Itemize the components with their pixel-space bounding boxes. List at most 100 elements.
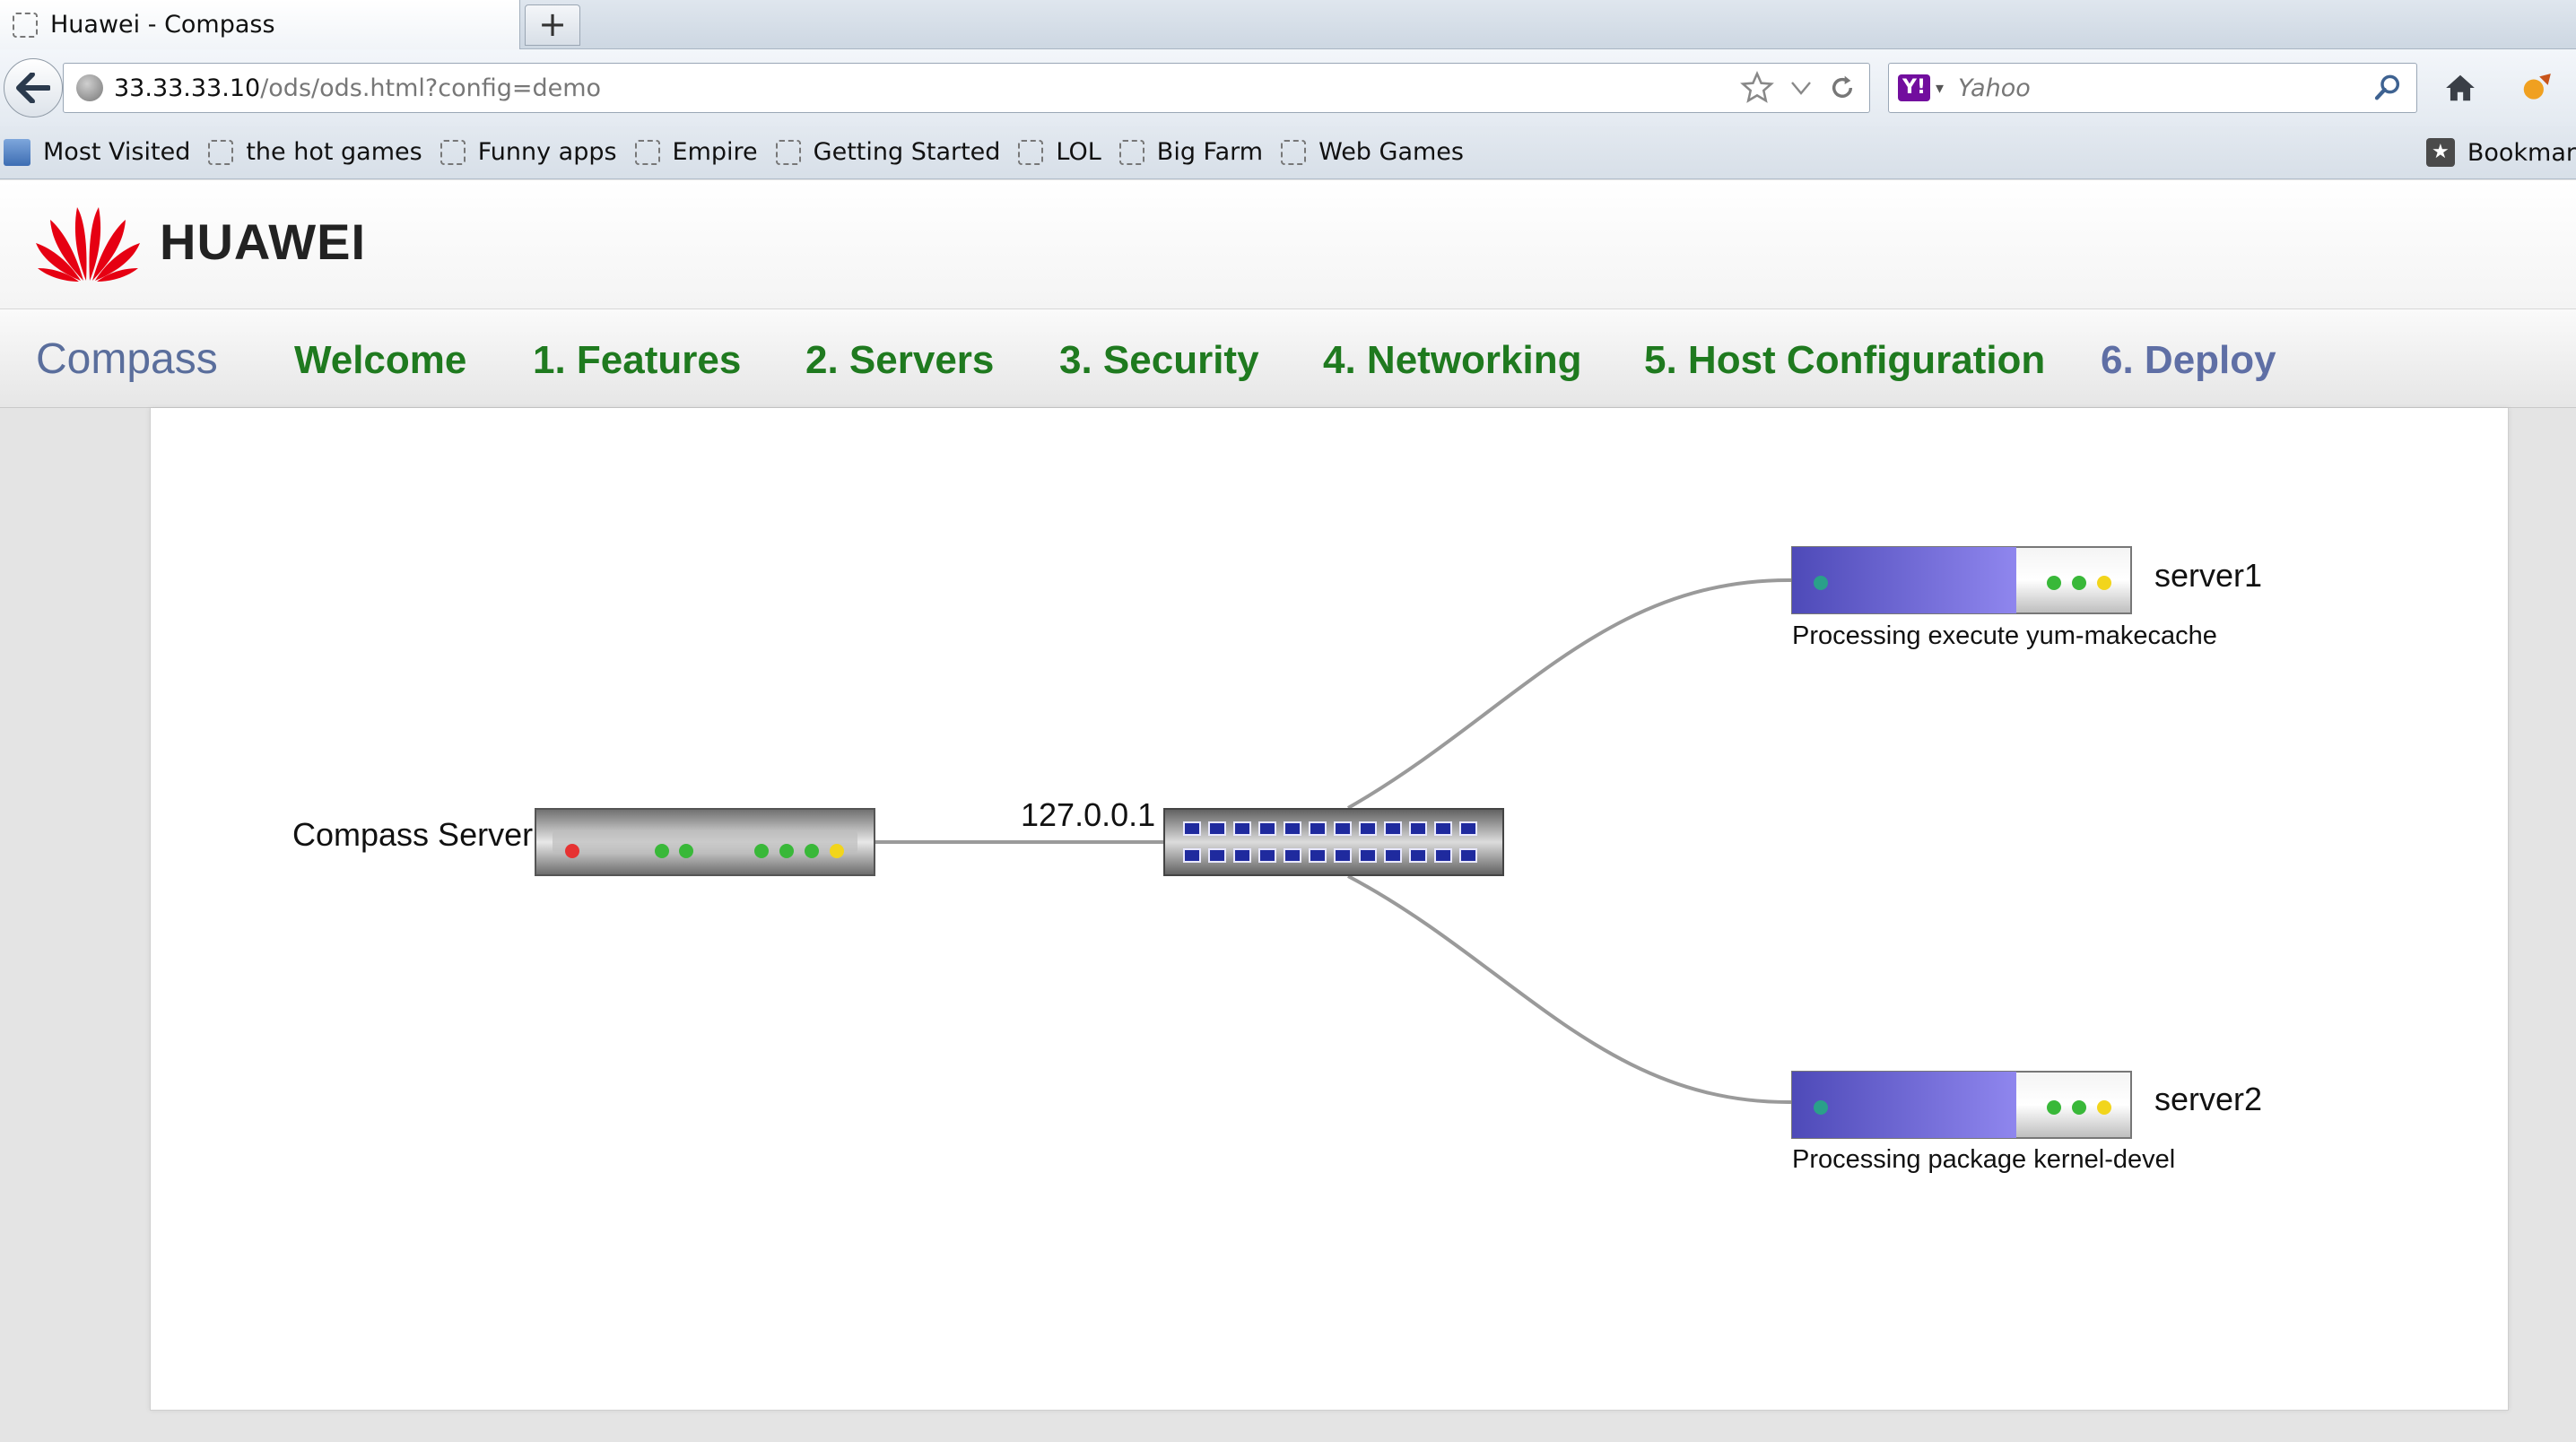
browser-tab-title: Huawei - Compass [50, 11, 275, 39]
bookmarks-menu-button[interactable]: ★ Bookmar [2425, 138, 2576, 167]
menu-item-networking[interactable]: 4. Networking [1323, 338, 1582, 383]
switch-port-icon [1359, 848, 1377, 863]
browser-tab[interactable]: Huawei - Compass [0, 0, 520, 49]
led-teal-icon [1814, 1100, 1828, 1115]
switch-port-icon [1434, 821, 1452, 836]
new-tab-button[interactable]: + [525, 4, 580, 46]
bookmark-page-icon [1018, 139, 1044, 165]
switch-port-icon [1434, 848, 1452, 863]
browser-nav-bar: 33.33.33.10 /ods/ods.html?config=demo Y!… [0, 49, 2576, 126]
led-yellow-icon [2097, 576, 2111, 590]
home-icon [2446, 74, 2475, 101]
led-yellow-icon [2097, 1100, 2111, 1115]
extension-button[interactable] [2511, 65, 2562, 110]
switch-port-icon [1208, 821, 1226, 836]
switch-port-icon [1459, 821, 1477, 836]
switch-port-icon [1384, 821, 1402, 836]
bookmark-page-icon [208, 139, 234, 165]
menu-item-servers[interactable]: 2. Servers [805, 338, 994, 383]
yahoo-engine-icon[interactable]: Y! [1898, 74, 1930, 101]
switch-port-icon [1284, 848, 1301, 863]
switch-port-icon [1359, 821, 1377, 836]
bookmark-star-icon[interactable] [1740, 71, 1774, 105]
switch-ip-label: 127.0.0.1 [1021, 796, 1156, 833]
switch-port-icon [1208, 848, 1226, 863]
bookmark-item[interactable]: Empire [634, 138, 758, 166]
led-green-icon [2047, 576, 2061, 590]
home-button[interactable] [2435, 65, 2485, 110]
menu-item-deploy[interactable]: 6. Deploy [2101, 338, 2276, 383]
bookmark-item[interactable]: Getting Started [775, 138, 1000, 166]
reload-icon[interactable] [1828, 74, 1857, 102]
led-green-icon [655, 844, 669, 858]
server2-status: Processing package kernel-devel [1792, 1145, 2176, 1174]
url-path: /ods/ods.html?config=demo [260, 74, 602, 102]
bookmark-most-visited[interactable]: Most Visited [0, 138, 190, 166]
huawei-logo: HUAWEI [34, 200, 366, 282]
switch-port-icon [1284, 821, 1301, 836]
bookmark-item[interactable]: Funny apps [439, 138, 617, 166]
page-header: HUAWEI [0, 180, 2576, 309]
server1-device[interactable] [1791, 546, 2132, 614]
bookmark-item[interactable]: Web Games [1281, 138, 1464, 166]
search-magnifier-icon[interactable] [2373, 74, 2402, 102]
bookmark-item[interactable]: the hot games [208, 138, 422, 166]
bookmark-item[interactable]: Big Farm [1118, 138, 1263, 166]
back-button[interactable] [4, 58, 63, 117]
deploy-panel: Compass Server 127.0.0.1 server1 Process… [150, 408, 2509, 1411]
led-green-icon [2072, 1100, 2086, 1115]
switch-port-icon [1233, 848, 1251, 863]
browser-tab-bar: Huawei - Compass + [0, 0, 2576, 49]
link-switch-to-server1 [1347, 578, 1793, 810]
bookmark-item[interactable]: LOL [1018, 138, 1101, 166]
switch-port-icon [1183, 848, 1201, 863]
engine-dropdown-icon[interactable]: ▾ [1936, 79, 1944, 98]
led-green-icon [2072, 576, 2086, 590]
switch-port-icon [1183, 821, 1201, 836]
led-green-icon [779, 844, 794, 858]
compass-server-label: Compass Server [292, 816, 534, 853]
menu-item-security[interactable]: 3. Security [1059, 338, 1259, 383]
led-green-icon [2047, 1100, 2061, 1115]
page-favicon-icon [13, 12, 38, 38]
address-bar[interactable]: 33.33.33.10 /ods/ods.html?config=demo [63, 63, 1870, 113]
compass-brand[interactable]: Compass [36, 334, 218, 384]
led-green-icon [805, 844, 819, 858]
server2-name: server2 [2154, 1081, 2263, 1117]
led-teal-icon [1814, 576, 1828, 590]
bookmarks-star-icon: ★ [2425, 138, 2455, 167]
most-visited-icon [4, 138, 30, 166]
led-yellow-icon [830, 844, 844, 858]
menu-item-welcome[interactable]: Welcome [294, 338, 466, 383]
bookmark-page-icon [1118, 139, 1144, 165]
server1-name: server1 [2154, 557, 2263, 594]
url-host: 33.33.33.10 [114, 74, 261, 102]
switch-port-icon [1334, 821, 1352, 836]
network-switch-device[interactable] [1163, 808, 1504, 876]
switch-port-icon [1309, 821, 1327, 836]
bookmark-page-icon [1281, 139, 1307, 165]
search-bar[interactable]: Y! ▾ Yahoo [1888, 63, 2417, 113]
switch-port-icon [1409, 821, 1427, 836]
switch-port-icon [1309, 848, 1327, 863]
led-green-icon [679, 844, 693, 858]
switch-port-icon [1409, 848, 1427, 863]
server2-device[interactable] [1791, 1071, 2132, 1139]
url-dropdown-icon[interactable] [1790, 79, 1812, 97]
server1-status: Processing execute yum-makecache [1792, 621, 2217, 650]
menu-item-host-configuration[interactable]: 5. Host Configuration [1644, 338, 2045, 383]
bookmark-page-icon [775, 139, 801, 165]
site-identity-icon[interactable] [76, 74, 103, 101]
link-switch-to-server2 [1347, 874, 1793, 1105]
huawei-logo-text: HUAWEI [160, 213, 366, 270]
bookmark-page-icon [634, 139, 660, 165]
switch-port-icon [1233, 821, 1251, 836]
extension-icon [2523, 74, 2551, 100]
search-input[interactable]: Yahoo [1958, 74, 2373, 102]
menu-item-features[interactable]: 1. Features [533, 338, 741, 383]
compass-server-device[interactable] [535, 808, 875, 876]
switch-port-icon [1258, 821, 1276, 836]
switch-port-icon [1459, 848, 1477, 863]
huawei-flower-icon [36, 207, 140, 282]
switch-port-icon [1258, 848, 1276, 863]
